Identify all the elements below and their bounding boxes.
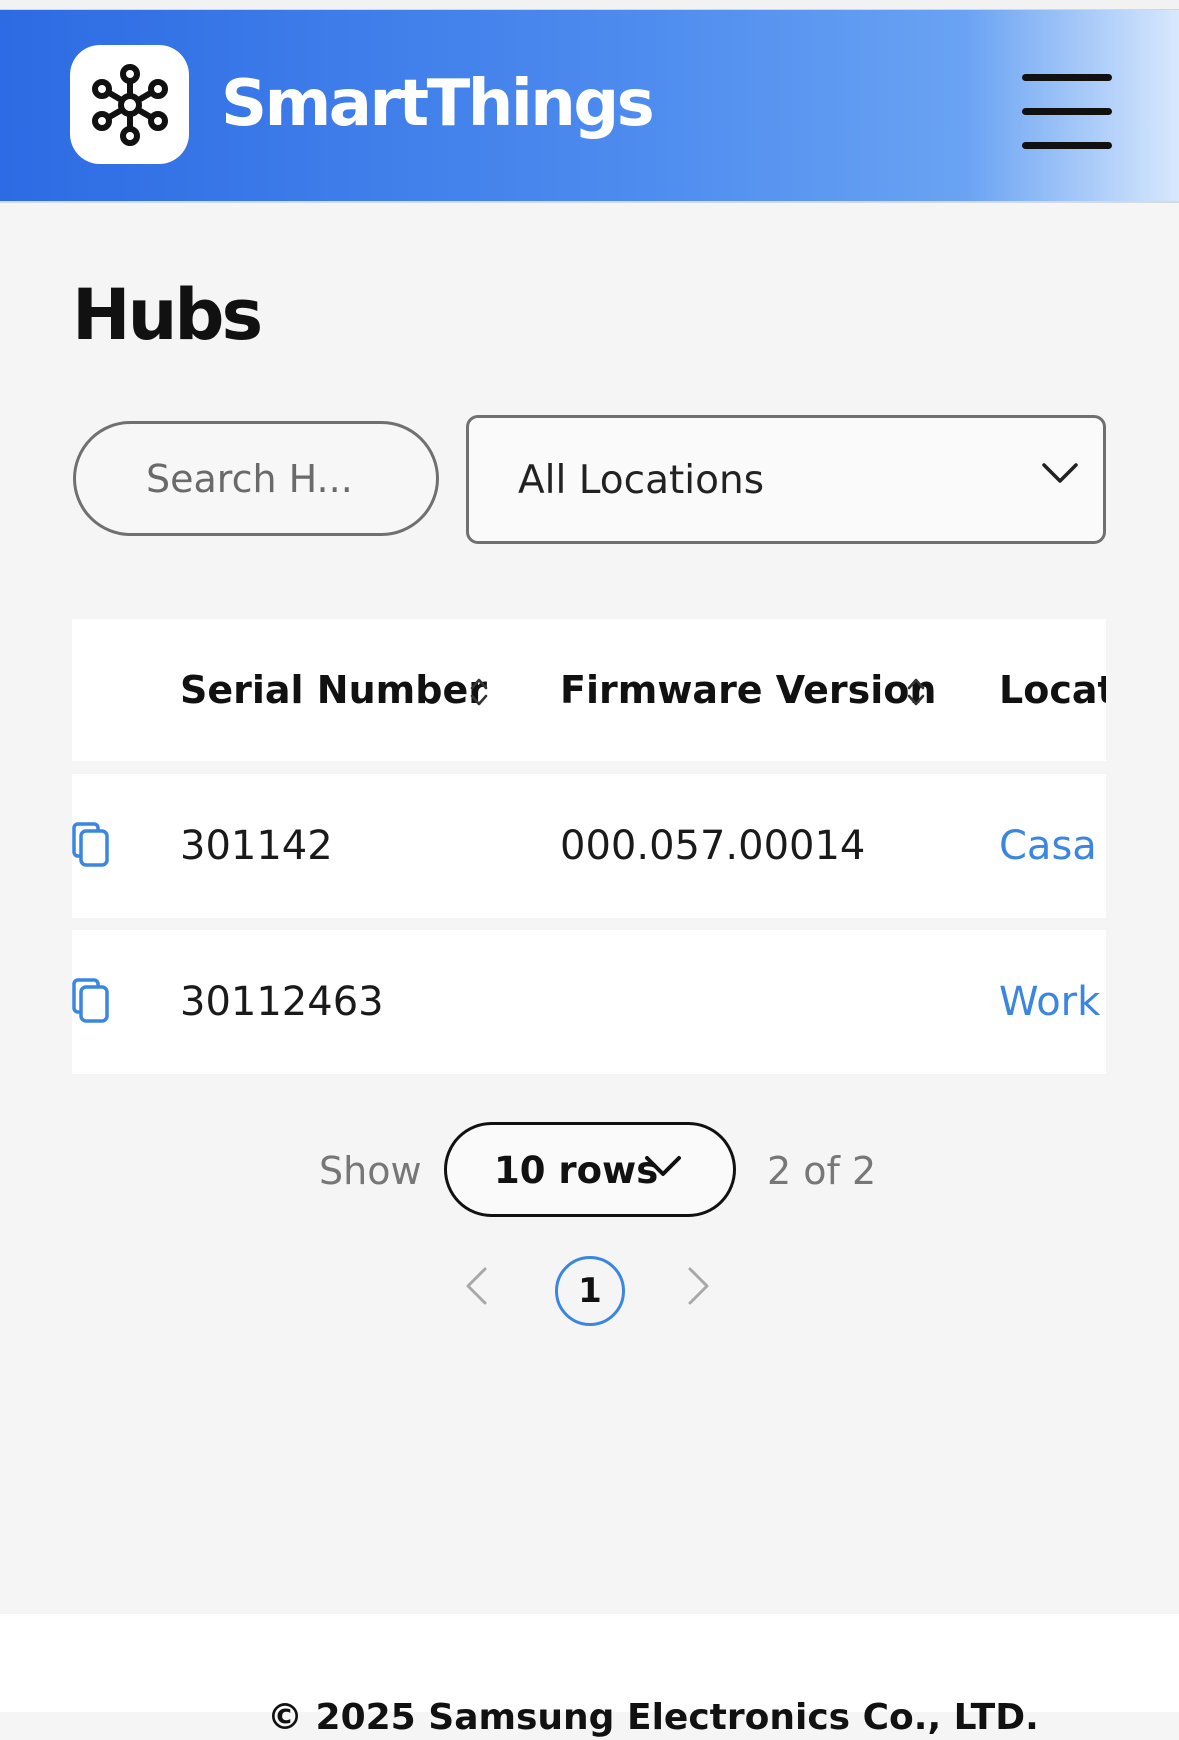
chevron-right-icon[interactable] (686, 1266, 712, 1306)
rows-per-page-select[interactable]: 10 rows (444, 1122, 736, 1217)
page-number-label: 1 (578, 1271, 602, 1311)
page-footer: © 2025 Samsung Electronics Co., LTD. (0, 1614, 1179, 1738)
browser-top-strip (0, 0, 1179, 10)
firmware-version: 000.057.00014 (560, 823, 866, 869)
sort-icon[interactable] (905, 675, 927, 709)
brand-name[interactable]: SmartThings (221, 62, 655, 146)
hamburger-menu-icon[interactable] (1020, 72, 1114, 152)
show-label: Show (319, 1149, 422, 1193)
serial-number: 301142 (180, 823, 333, 869)
table-row: 30112463 Work (72, 930, 1106, 1074)
serial-number: 30112463 (180, 979, 384, 1025)
chevron-down-icon (645, 1156, 681, 1176)
chevron-left-icon[interactable] (463, 1266, 489, 1306)
column-header-location[interactable]: Locati (999, 667, 1106, 713)
rows-per-page-value: 10 rows (494, 1149, 659, 1192)
column-header-serial-number[interactable]: Serial Number (180, 667, 487, 713)
chevron-down-icon (1042, 463, 1078, 483)
smartthings-logo[interactable] (70, 45, 189, 164)
location-select-value: All Locations (518, 458, 765, 503)
copy-icon[interactable] (72, 822, 110, 868)
search-input[interactable]: Search H... (73, 421, 439, 536)
page-number-current[interactable]: 1 (555, 1256, 625, 1326)
copy-icon[interactable] (72, 978, 110, 1024)
table-header: Serial Number Firmware Version Locati (72, 619, 1106, 761)
search-placeholder: Search H... (146, 457, 353, 501)
location-select[interactable]: All Locations (466, 415, 1106, 544)
smartthings-logo-icon (92, 64, 168, 146)
sort-icon[interactable] (468, 675, 490, 709)
location-link[interactable]: Casa (999, 822, 1097, 870)
column-header-firmware-version[interactable]: Firmware Version (560, 667, 936, 713)
location-link[interactable]: Work (999, 978, 1100, 1026)
page-title: Hubs (72, 274, 263, 356)
result-count: 2 of 2 (767, 1149, 877, 1193)
table-row: 301142 000.057.00014 Casa (72, 774, 1106, 918)
copyright-text: © 2025 Samsung Electronics Co., LTD. (267, 1697, 1039, 1738)
app-header: SmartThings (0, 10, 1179, 203)
